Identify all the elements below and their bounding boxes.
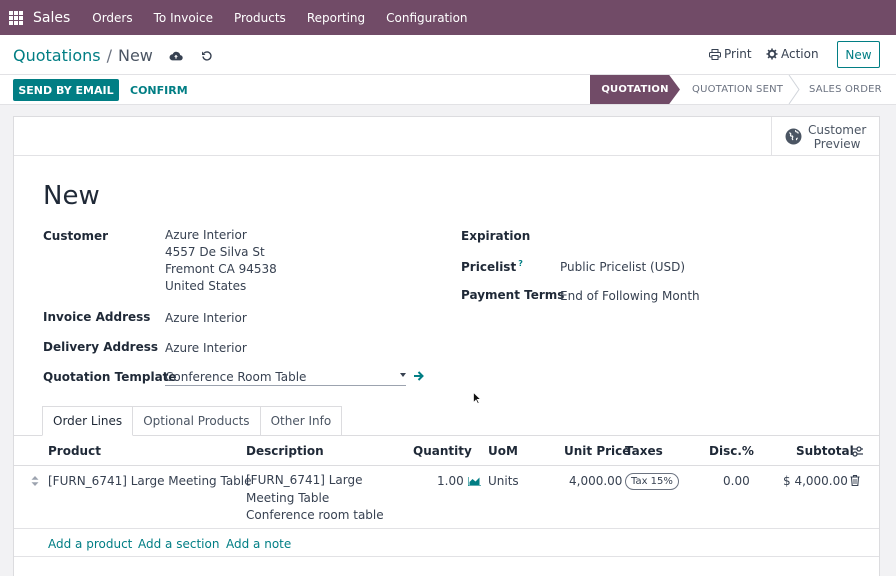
col-discount[interactable]: Disc.% (709, 444, 754, 458)
breadcrumb-quotations[interactable]: Quotations (13, 46, 101, 65)
delivery-address-field[interactable]: Azure Interior (165, 341, 247, 355)
customer-label: Customer (43, 229, 109, 243)
delivery-address-label: Delivery Address (43, 340, 159, 354)
col-quantity[interactable]: Quantity (413, 444, 472, 458)
button-box: Customer Preview (14, 117, 879, 156)
nav-orders[interactable]: Orders (92, 11, 132, 25)
undo-icon[interactable] (201, 50, 213, 62)
col-subtotal[interactable]: Subtotal (796, 444, 854, 458)
customer-country: United States (165, 279, 247, 293)
forecast-chart-icon[interactable] (468, 476, 481, 486)
tab-order-lines[interactable]: Order Lines (42, 406, 134, 436)
tab-optional-products[interactable]: Optional Products (133, 406, 261, 436)
customer-field[interactable]: Azure Interior 4557 De Silva St Fremont … (165, 227, 277, 295)
add-section-link[interactable]: Add a section (138, 537, 219, 551)
cell-unit-price[interactable]: 4,000.00 (569, 474, 622, 488)
optional-columns-icon[interactable] (851, 446, 863, 457)
stage-quotation[interactable]: QUOTATION (590, 75, 680, 104)
quotation-template-field[interactable]: Conference Room Table (165, 367, 406, 386)
cell-discount[interactable]: 0.00 (723, 474, 750, 488)
quotation-template-label: Quotation Template (43, 370, 177, 384)
sort-handle-icon[interactable] (31, 476, 39, 486)
control-panel: Quotations / New Print Action New (0, 35, 896, 75)
add-line-links: Add a product Add a section Add a note (14, 529, 879, 557)
status-bar: SEND BY EMAIL CONFIRM QUOTATION QUOTATIO… (0, 75, 896, 105)
nav-to-invoice[interactable]: To Invoice (154, 11, 213, 25)
tab-other-info[interactable]: Other Info (260, 406, 343, 436)
description-line: Conference room table (246, 508, 384, 522)
col-taxes[interactable]: Taxes (625, 444, 663, 458)
stage-sales-order[interactable]: SALES ORDER (809, 75, 882, 104)
action-label: Action (781, 47, 819, 61)
invoice-address-field[interactable]: Azure Interior (165, 311, 247, 325)
col-product[interactable]: Product (48, 444, 101, 458)
customer-street: 4557 De Silva St (165, 245, 265, 259)
preview-label-line1: Customer (808, 122, 867, 137)
pricelist-label: Pricelist? (461, 259, 523, 274)
add-product-link[interactable]: Add a product (48, 537, 132, 551)
nav-reporting[interactable]: Reporting (307, 11, 365, 25)
expiration-label: Expiration (461, 229, 531, 243)
description-line: [FURN_6741] Large (246, 473, 363, 487)
confirm-button[interactable]: CONFIRM (130, 84, 188, 97)
gear-icon (766, 48, 778, 60)
top-navbar: Sales Orders To Invoice Products Reporti… (0, 0, 896, 35)
cell-description[interactable]: [FURN_6741] Large Meeting Table Conferen… (246, 472, 384, 525)
cloud-upload-icon[interactable] (169, 49, 183, 63)
new-button[interactable]: New (837, 41, 880, 68)
arrow-right-icon[interactable] (413, 370, 425, 382)
table-row[interactable]: [FURN_6741] Large Meeting Table [FURN_67… (14, 466, 879, 529)
cell-subtotal: $ 4,000.00 (783, 474, 848, 488)
customer-preview-button[interactable]: Customer Preview (771, 117, 879, 156)
form-sheet: Customer Preview New Customer Azure Inte… (13, 116, 880, 576)
send-by-email-button[interactable]: SEND BY EMAIL (13, 79, 119, 101)
globe-icon (785, 128, 802, 145)
trash-icon[interactable] (850, 475, 860, 486)
breadcrumb-current: New (117, 46, 153, 65)
col-uom[interactable]: UoM (488, 444, 518, 458)
breadcrumb-separator: / (106, 46, 112, 65)
pricelist-help-icon[interactable]: ? (518, 259, 523, 268)
dropdown-caret-icon[interactable] (400, 373, 406, 377)
print-label: Print (724, 47, 752, 61)
tax-badge[interactable]: Tax 15% (625, 473, 679, 490)
notebook-tabs: Order Lines Optional Products Other Info (42, 406, 343, 436)
breadcrumb: Quotations / New (13, 46, 213, 65)
quotation-template-value: Conference Room Table (165, 370, 307, 384)
col-description[interactable]: Description (246, 444, 324, 458)
stage-divider (788, 75, 800, 104)
record-title: New (43, 181, 100, 211)
stage-quotation-sent[interactable]: QUOTATION SENT (692, 75, 783, 104)
preview-label-line2: Preview (813, 136, 861, 151)
nav-products[interactable]: Products (234, 11, 286, 25)
description-line: Meeting Table (246, 490, 330, 505)
mouse-cursor-icon (473, 392, 481, 404)
payment-terms-label: Payment Terms (461, 288, 565, 302)
apps-grid-icon[interactable] (9, 10, 23, 25)
pricelist-label-text: Pricelist (461, 260, 517, 274)
add-note-link[interactable]: Add a note (226, 537, 291, 551)
pricelist-field[interactable]: Public Pricelist (USD) (560, 260, 685, 274)
invoice-address-label: Invoice Address (43, 310, 151, 324)
app-name[interactable]: Sales (33, 10, 70, 26)
order-lines-header: Product Description Quantity UoM Unit Pr… (14, 436, 879, 466)
cell-product[interactable]: [FURN_6741] Large Meeting Table (48, 474, 252, 488)
print-button[interactable]: Print (709, 47, 752, 61)
payment-terms-field[interactable]: End of Following Month (560, 289, 700, 303)
col-unit-price[interactable]: Unit Price (564, 444, 630, 458)
nav-configuration[interactable]: Configuration (386, 11, 467, 25)
cell-uom[interactable]: Units (488, 474, 519, 488)
cell-quantity[interactable]: 1.00 (437, 474, 464, 488)
customer-city: Fremont CA 94538 (165, 262, 277, 276)
customer-name: Azure Interior (165, 228, 247, 242)
action-button[interactable]: Action (766, 47, 819, 61)
print-icon (709, 48, 721, 60)
